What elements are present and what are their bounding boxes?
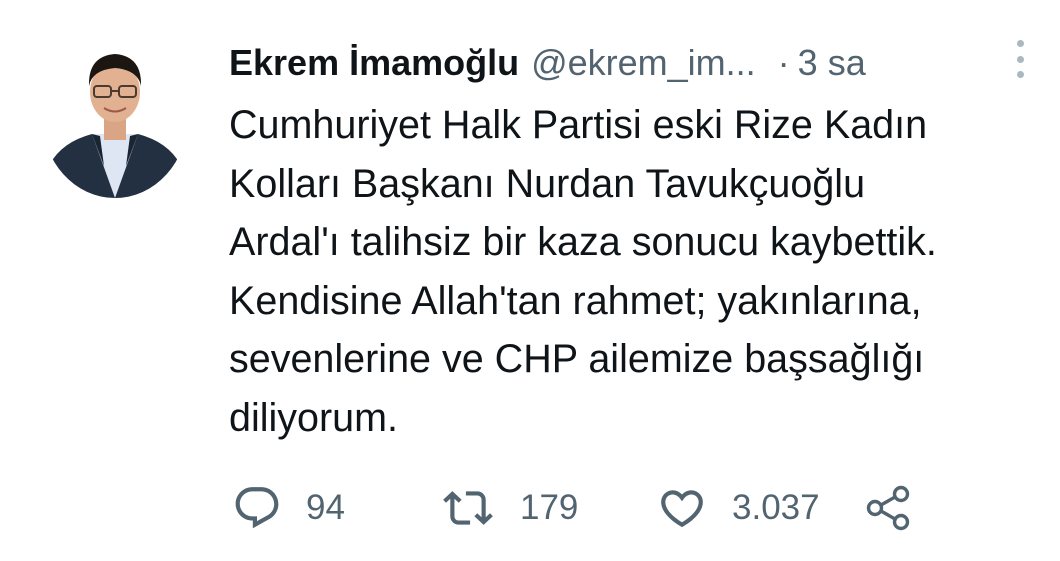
- like-button[interactable]: 3.037: [656, 481, 820, 535]
- tweet[interactable]: Ekrem İmamoğlu @ekrem_im... · 3 sa Cumhu…: [0, 0, 1060, 561]
- reply-count: 94: [306, 488, 345, 527]
- tweet-text: Cumhuriyet Halk Partisi eski Rize Kadın …: [229, 96, 1044, 447]
- tweet-text-line: diliyorum.: [229, 395, 399, 440]
- more-dot: [1016, 40, 1024, 47]
- tweet-actions: 94 179 3.037: [232, 481, 1032, 535]
- share-icon: [866, 485, 912, 531]
- tweet-text-line: Kolları Başkanı Nurdan Tavukçuoğlu: [229, 161, 866, 206]
- more-dot: [1016, 71, 1024, 78]
- timestamp[interactable]: 3 sa: [798, 40, 866, 86]
- more-options-icon[interactable]: [1007, 37, 1033, 81]
- tweet-text-line: Cumhuriyet Halk Partisi eski Rize Kadın: [229, 103, 928, 147]
- more-dot: [1016, 55, 1024, 63]
- display-name[interactable]: Ekrem İmamoğlu: [229, 40, 519, 86]
- retweet-icon: [440, 483, 496, 533]
- tweet-text-line: Ardal'ı talihsiz bir kaza sonucu kaybett…: [229, 220, 937, 264]
- reply-button[interactable]: 94: [232, 481, 345, 535]
- avatar[interactable]: [42, 36, 188, 198]
- reply-icon: [232, 483, 282, 533]
- user-handle[interactable]: @ekrem_im...: [531, 40, 756, 86]
- separator-dot: ·: [777, 42, 790, 83]
- tweet-header: Ekrem İmamoğlu @ekrem_im... · 3 sa: [229, 40, 1029, 86]
- retweet-button[interactable]: 179: [440, 481, 578, 535]
- tweet-text-line: Kendisine Allah'tan rahmet; yakınlarına,: [229, 278, 922, 323]
- heart-icon: [656, 483, 708, 533]
- retweet-count: 179: [520, 488, 579, 527]
- tweet-text-line: sevenlerine ve CHP ailemize başsağlığı: [229, 337, 925, 381]
- like-count: 3.037: [732, 488, 820, 527]
- share-button[interactable]: [866, 481, 912, 535]
